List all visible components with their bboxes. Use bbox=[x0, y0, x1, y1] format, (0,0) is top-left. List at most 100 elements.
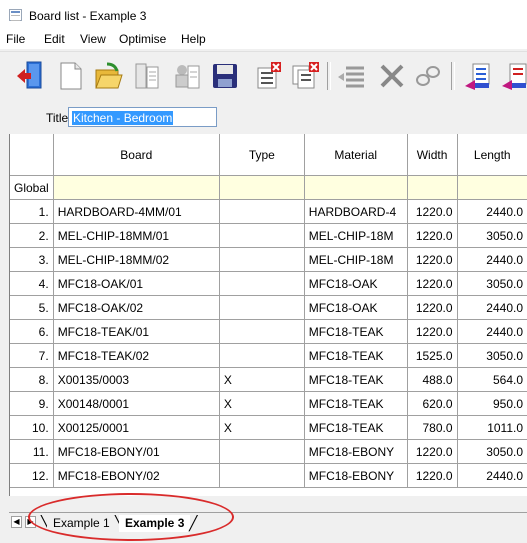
row-header[interactable]: 11. bbox=[10, 439, 54, 464]
corner-header[interactable] bbox=[10, 134, 54, 176]
column-header-length[interactable]: Length bbox=[457, 134, 527, 176]
list-up-icon[interactable] bbox=[463, 60, 493, 92]
row-header[interactable]: 3. bbox=[10, 247, 54, 272]
cell-type[interactable] bbox=[219, 439, 305, 464]
open-folder-icon[interactable] bbox=[93, 60, 123, 92]
cell-width[interactable]: 1220.0 bbox=[407, 271, 458, 296]
cell-length[interactable]: 2440.0 bbox=[457, 463, 527, 488]
cell-type[interactable] bbox=[219, 223, 305, 248]
cell-length[interactable]: 3050.0 bbox=[457, 343, 527, 368]
cell-length[interactable]: 2440.0 bbox=[457, 295, 527, 320]
cell-width[interactable]: 1220.0 bbox=[407, 463, 458, 488]
exit-icon[interactable] bbox=[15, 60, 45, 92]
cell-width[interactable]: 620.0 bbox=[407, 391, 458, 416]
global-cell-width[interactable] bbox=[407, 175, 458, 200]
cell-board[interactable]: X00148/0001 bbox=[53, 391, 220, 416]
cell-board[interactable]: X00135/0003 bbox=[53, 367, 220, 392]
column-header-board[interactable]: Board bbox=[53, 134, 220, 176]
cell-length[interactable]: 3050.0 bbox=[457, 223, 527, 248]
row-header[interactable]: 6. bbox=[10, 319, 54, 344]
board-grid[interactable]: Board Type Material Width Length Global … bbox=[9, 134, 527, 496]
cell-width[interactable]: 1220.0 bbox=[407, 199, 458, 224]
cell-type[interactable] bbox=[219, 319, 305, 344]
list-down-icon[interactable] bbox=[500, 60, 527, 92]
cell-type[interactable] bbox=[219, 343, 305, 368]
row-header[interactable]: 8. bbox=[10, 367, 54, 392]
cell-type[interactable]: X bbox=[219, 367, 305, 392]
cell-length[interactable]: 1011.0 bbox=[457, 415, 527, 440]
cell-board[interactable]: MFC18-TEAK/02 bbox=[53, 343, 220, 368]
cell-type[interactable]: X bbox=[219, 391, 305, 416]
row-header[interactable]: 1. bbox=[10, 199, 54, 224]
cell-length[interactable]: 950.0 bbox=[457, 391, 527, 416]
row-header-global[interactable]: Global bbox=[10, 175, 54, 200]
cell-material[interactable]: MFC18-TEAK bbox=[304, 415, 408, 440]
cell-material[interactable]: MFC18-EBONY bbox=[304, 463, 408, 488]
cell-type[interactable]: X bbox=[219, 415, 305, 440]
cell-material[interactable]: MFC18-OAK bbox=[304, 295, 408, 320]
title-input[interactable]: Kitchen - Bedroom bbox=[68, 107, 217, 127]
cell-length[interactable]: 3050.0 bbox=[457, 271, 527, 296]
cell-board[interactable]: MFC18-OAK/01 bbox=[53, 271, 220, 296]
cell-material[interactable]: MFC18-TEAK bbox=[304, 367, 408, 392]
cell-material[interactable]: MEL-CHIP-18M bbox=[304, 223, 408, 248]
cell-board[interactable]: MEL-CHIP-18MM/02 bbox=[53, 247, 220, 272]
global-cell-material[interactable] bbox=[304, 175, 408, 200]
cell-material[interactable]: MFC18-TEAK bbox=[304, 319, 408, 344]
menu-edit[interactable]: Edit bbox=[44, 32, 65, 46]
row-header[interactable]: 4. bbox=[10, 271, 54, 296]
row-header[interactable]: 2. bbox=[10, 223, 54, 248]
cell-board[interactable]: MFC18-EBONY/02 bbox=[53, 463, 220, 488]
row-header[interactable]: 10. bbox=[10, 415, 54, 440]
cell-board[interactable]: MFC18-TEAK/01 bbox=[53, 319, 220, 344]
cell-length[interactable]: 2440.0 bbox=[457, 319, 527, 344]
global-cell-type[interactable] bbox=[219, 175, 305, 200]
cut-icon[interactable] bbox=[377, 60, 407, 92]
delete-list-icon[interactable] bbox=[254, 60, 284, 92]
menu-optimise[interactable]: Optimise bbox=[119, 32, 166, 46]
cell-material[interactable]: MFC18-TEAK bbox=[304, 343, 408, 368]
cell-material[interactable]: MFC18-OAK bbox=[304, 271, 408, 296]
menu-file[interactable]: File bbox=[6, 32, 25, 46]
cell-length[interactable]: 564.0 bbox=[457, 367, 527, 392]
cell-material[interactable]: HARDBOARD-4 bbox=[304, 199, 408, 224]
tab-scroll-left-icon[interactable]: ◀ bbox=[11, 516, 22, 528]
cell-width[interactable]: 1220.0 bbox=[407, 319, 458, 344]
delete-multiple-icon[interactable] bbox=[291, 60, 321, 92]
cell-material[interactable]: MEL-CHIP-18M bbox=[304, 247, 408, 272]
global-cell-length[interactable] bbox=[457, 175, 527, 200]
menu-help[interactable]: Help bbox=[181, 32, 206, 46]
cell-type[interactable] bbox=[219, 199, 305, 224]
cell-board[interactable]: HARDBOARD-4MM/01 bbox=[53, 199, 220, 224]
cell-width[interactable]: 780.0 bbox=[407, 415, 458, 440]
row-header[interactable]: 12. bbox=[10, 463, 54, 488]
align-list-icon[interactable] bbox=[336, 60, 366, 92]
cell-width[interactable]: 488.0 bbox=[407, 367, 458, 392]
cell-width[interactable]: 1220.0 bbox=[407, 439, 458, 464]
cell-material[interactable]: MFC18-TEAK bbox=[304, 391, 408, 416]
cell-board[interactable]: MFC18-EBONY/01 bbox=[53, 439, 220, 464]
cell-length[interactable]: 2440.0 bbox=[457, 247, 527, 272]
global-cell-board[interactable] bbox=[53, 175, 220, 200]
cell-width[interactable]: 1220.0 bbox=[407, 223, 458, 248]
cell-length[interactable]: 3050.0 bbox=[457, 439, 527, 464]
cell-board[interactable]: MEL-CHIP-18MM/01 bbox=[53, 223, 220, 248]
cell-type[interactable] bbox=[219, 463, 305, 488]
board-list-icon[interactable] bbox=[132, 60, 162, 92]
row-header[interactable]: 7. bbox=[10, 343, 54, 368]
cell-board[interactable]: MFC18-OAK/02 bbox=[53, 295, 220, 320]
new-document-icon[interactable] bbox=[56, 60, 86, 92]
column-header-material[interactable]: Material bbox=[304, 134, 408, 176]
cell-type[interactable] bbox=[219, 247, 305, 272]
cell-width[interactable]: 1220.0 bbox=[407, 247, 458, 272]
cell-board[interactable]: X00125/0001 bbox=[53, 415, 220, 440]
column-header-type[interactable]: Type bbox=[219, 134, 305, 176]
menu-view[interactable]: View bbox=[80, 32, 106, 46]
link-icon[interactable] bbox=[413, 60, 443, 92]
cell-material[interactable]: MFC18-EBONY bbox=[304, 439, 408, 464]
cell-length[interactable]: 2440.0 bbox=[457, 199, 527, 224]
cell-type[interactable] bbox=[219, 271, 305, 296]
cell-width[interactable]: 1525.0 bbox=[407, 343, 458, 368]
row-header[interactable]: 9. bbox=[10, 391, 54, 416]
cell-type[interactable] bbox=[219, 295, 305, 320]
